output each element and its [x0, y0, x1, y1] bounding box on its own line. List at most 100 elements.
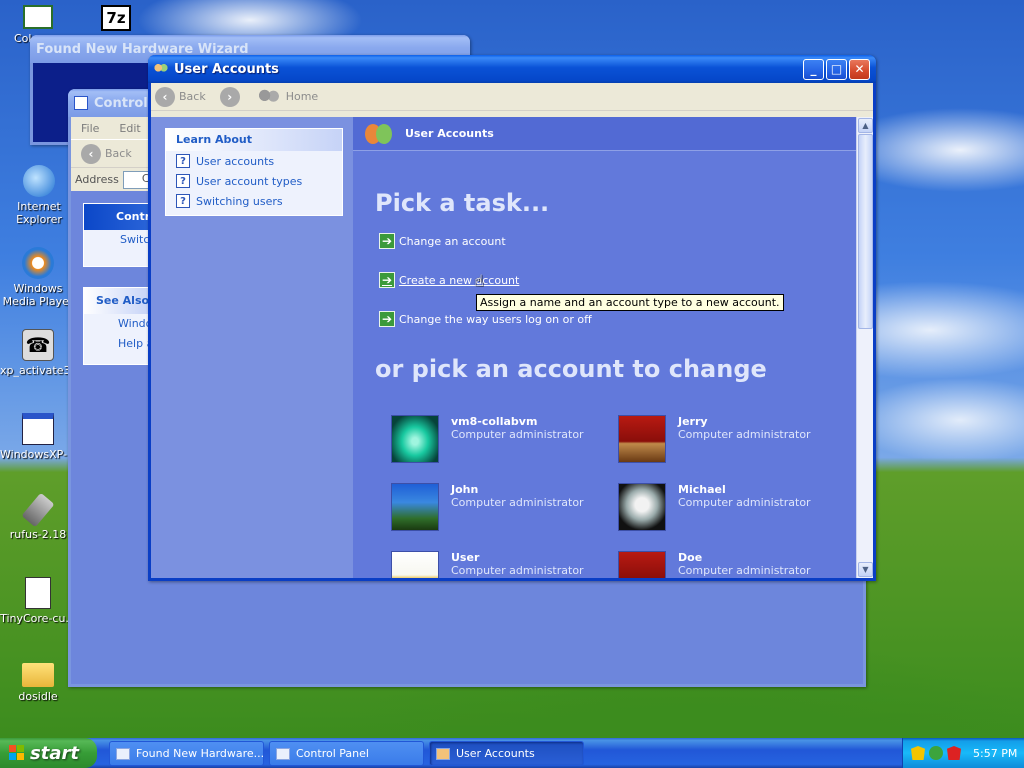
network-icon[interactable] — [929, 746, 943, 760]
home-button[interactable]: Home — [286, 90, 318, 103]
start-label: start — [30, 742, 79, 764]
learn-switching-users-link[interactable]: ? Switching users — [166, 191, 342, 211]
cp-back-label[interactable]: Back — [105, 147, 132, 160]
account-role: Computer administrator — [678, 564, 811, 577]
taskbar-button-user-accounts[interactable]: User Accounts — [429, 741, 584, 766]
back-arrow-icon[interactable]: ‹ — [81, 143, 101, 164]
home-users-icon[interactable] — [257, 88, 280, 105]
taskbar-button-hardware-wizard[interactable]: Found New Hardware... — [109, 741, 264, 766]
desktop-icon-internet-explorer[interactable]: Internet Explorer — [1, 165, 77, 226]
desktop-icon-xp-activate[interactable]: ☎ xp_activate32 — [0, 329, 76, 377]
close-button[interactable]: ✕ — [849, 58, 870, 80]
account-name: Doe — [678, 551, 703, 564]
desktop-icon-7zip[interactable]: 7z — [78, 5, 154, 34]
usb-drive-icon — [21, 492, 55, 528]
menu-edit[interactable]: Edit — [119, 122, 140, 135]
maximize-button[interactable]: □ — [826, 58, 847, 80]
learn-about-pane: Learn About ? User accounts ? User accou… — [151, 117, 353, 578]
desktop-icon-dosidle[interactable]: dosidle — [0, 659, 76, 703]
learn-user-accounts-link[interactable]: ? User accounts — [166, 151, 342, 171]
see-also-box: See Also Windows Update Help and Support — [83, 287, 151, 365]
address-label: Address — [75, 173, 119, 186]
vertical-scrollbar[interactable]: ▲ ▼ — [856, 117, 873, 578]
user-accounts-title: User Accounts — [174, 61, 279, 77]
iso-file-icon — [25, 577, 51, 609]
green-arrow-icon: ➔ — [379, 233, 395, 249]
account-role: Computer administrator — [451, 564, 584, 577]
control-panel-icon — [74, 96, 88, 110]
scroll-up-button[interactable]: ▲ — [858, 118, 873, 133]
help-icon: ? — [176, 194, 190, 208]
control-panel-icon — [276, 747, 290, 760]
task-label: Create a new account — [399, 273, 520, 287]
see-also-title: See Also — [84, 288, 150, 314]
account-picture — [618, 415, 666, 463]
task-label: Change the way users log on or off — [399, 312, 592, 326]
windows-logo-icon — [9, 745, 25, 761]
control-panel-task-box: Control Panel Switch to Classic View — [83, 203, 151, 267]
user-accounts-header: User Accounts — [353, 117, 856, 151]
account-tile[interactable]: vm8-collabvm Computer administrator — [391, 415, 584, 463]
start-button[interactable]: start — [0, 738, 97, 768]
help-support-link[interactable]: Help and Support — [84, 334, 150, 354]
account-tile[interactable]: User Computer administrator — [391, 551, 584, 578]
account-tile[interactable]: Jerry Computer administrator — [618, 415, 811, 463]
user-accounts-titlebar[interactable]: User Accounts _ □ ✕ — [148, 55, 876, 83]
windows-update-link[interactable]: Windows Update — [84, 314, 150, 334]
account-picture — [391, 483, 439, 531]
users-icon — [154, 63, 168, 75]
folder-icon — [22, 663, 54, 687]
desktop-icon-tinycore[interactable]: TinyCore-cu... — [0, 577, 76, 625]
security-shield-icon[interactable] — [911, 746, 925, 760]
account-name: Michael — [678, 483, 726, 496]
taskbar-button-label: Found New Hardware... — [136, 747, 264, 760]
account-role: Computer administrator — [678, 496, 811, 509]
learn-item-label: User accounts — [196, 154, 275, 168]
task-label: Change an account — [399, 234, 506, 248]
desktop-icon-windowsxp[interactable]: WindowsXP-... — [0, 413, 76, 461]
user-accounts-window[interactable]: User Accounts _ □ ✕ ‹ Back › Home Learn … — [148, 55, 876, 581]
7zip-icon: 7z — [101, 5, 131, 31]
scroll-down-button[interactable]: ▼ — [858, 562, 873, 577]
taskbar-button-control-panel[interactable]: Control Panel — [269, 741, 424, 766]
user-accounts-people-icon — [365, 122, 393, 146]
scroll-thumb[interactable] — [858, 134, 873, 329]
security-alert-icon[interactable] — [947, 746, 961, 760]
pick-account-heading: or pick an account to change — [375, 355, 767, 383]
learn-item-label: User account types — [196, 174, 303, 188]
minimize-button[interactable]: _ — [803, 58, 824, 80]
task-pane: User Accounts Pick a task... ➔ Change an… — [353, 117, 856, 578]
account-name: Jerry — [678, 415, 708, 428]
account-tile[interactable]: John Computer administrator — [391, 483, 584, 531]
switch-view-link[interactable]: Switch to Classic View — [84, 230, 150, 250]
account-name: John — [451, 483, 479, 496]
account-role: Computer administrator — [451, 496, 584, 509]
back-arrow-icon[interactable]: ‹ — [155, 86, 175, 107]
learn-account-types-link[interactable]: ? User account types — [166, 171, 342, 191]
window-icon — [22, 413, 54, 445]
desktop-icon-rufus[interactable]: rufus-2.18 — [0, 492, 76, 541]
system-tray: 5:57 PM — [902, 738, 1024, 768]
account-tile[interactable]: Michael Computer administrator — [618, 483, 811, 531]
window-icon — [116, 747, 130, 760]
account-picture — [618, 483, 666, 531]
learn-item-label: Switching users — [196, 194, 283, 208]
pick-task-heading: Pick a task... — [375, 189, 550, 217]
internet-explorer-icon — [23, 165, 55, 197]
change-account-task[interactable]: ➔ Change an account — [379, 233, 506, 249]
account-picture — [391, 551, 439, 578]
forward-arrow-icon[interactable]: › — [219, 86, 240, 107]
green-arrow-icon: ➔ — [379, 311, 395, 327]
menu-file[interactable]: File — [81, 122, 99, 135]
taskbar: start Found New Hardware... Control Pane… — [0, 738, 1024, 768]
account-name: vm8-collabvm — [451, 415, 538, 428]
desktop-icon-media-player[interactable]: Windows Media Player — [0, 247, 76, 308]
green-arrow-icon: ➔ — [379, 272, 395, 288]
back-button[interactable]: Back — [179, 90, 206, 103]
change-logon-task[interactable]: ➔ Change the way users log on or off — [379, 311, 592, 327]
create-account-task[interactable]: ➔ Create a new account — [379, 272, 519, 288]
account-picture — [391, 415, 439, 463]
account-tile[interactable]: Doe Computer administrator — [618, 551, 811, 578]
learn-about-title: Learn About — [166, 129, 342, 151]
taskbar-button-label: User Accounts — [456, 747, 535, 760]
